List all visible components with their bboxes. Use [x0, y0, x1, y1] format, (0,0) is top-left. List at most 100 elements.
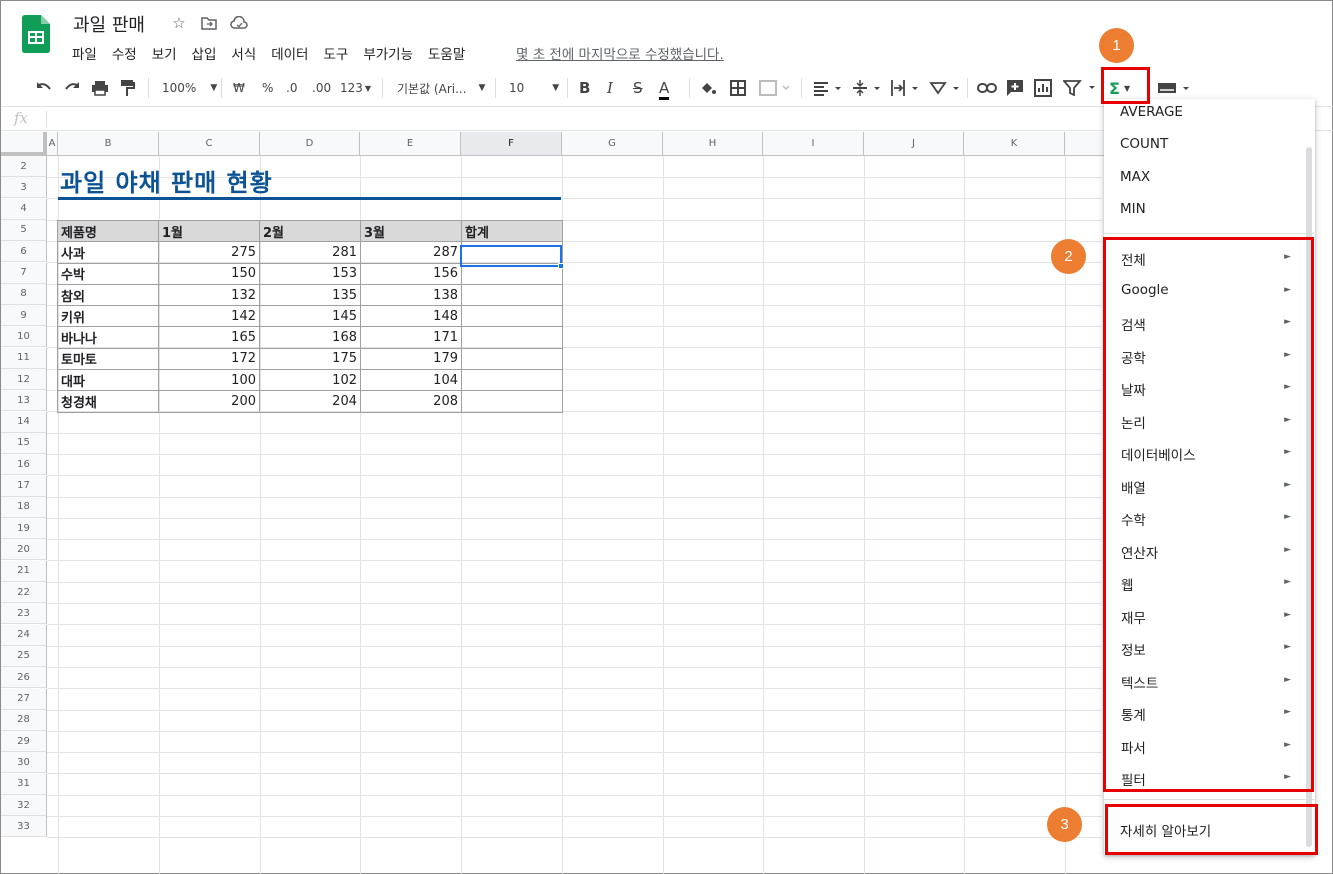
bold-button[interactable]: B — [579, 78, 590, 98]
value-cell[interactable]: 102 — [259, 369, 361, 392]
filter-icon[interactable] — [1063, 78, 1099, 98]
row-header[interactable]: 8 — [1, 283, 47, 305]
column-header-g[interactable]: G — [562, 132, 663, 156]
product-cell[interactable]: 청경채 — [57, 390, 159, 413]
zoom-select[interactable]: 100% ▼ — [162, 78, 217, 98]
row-header[interactable]: 2 — [1, 156, 47, 177]
menu-view[interactable]: 보기 — [152, 43, 177, 63]
decrease-decimal-button[interactable]: .0 — [286, 78, 297, 98]
value-cell[interactable]: 135 — [259, 283, 361, 307]
value-cell[interactable]: 104 — [360, 369, 462, 392]
sheets-logo-icon[interactable] — [22, 15, 50, 53]
fill-color-icon[interactable] — [699, 78, 717, 98]
insert-chart-icon[interactable] — [1034, 78, 1052, 98]
row-header[interactable]: 6 — [1, 241, 47, 263]
value-cell[interactable]: 153 — [259, 262, 361, 285]
product-cell[interactable]: 토마토 — [57, 347, 159, 371]
row-header[interactable]: 21 — [1, 560, 47, 582]
row-header[interactable]: 16 — [1, 454, 47, 476]
row-header[interactable]: 31 — [1, 773, 47, 795]
value-cell[interactable]: 132 — [158, 283, 260, 307]
column-header-c[interactable]: C — [159, 132, 260, 156]
column-header-i[interactable]: I — [763, 132, 864, 156]
row-header[interactable]: 20 — [1, 539, 47, 561]
row-header[interactable]: 30 — [1, 752, 47, 774]
row-header[interactable]: 23 — [1, 603, 47, 625]
value-cell[interactable]: 142 — [158, 305, 260, 328]
row-header[interactable]: 18 — [1, 496, 47, 518]
select-all-corner[interactable] — [1, 132, 47, 156]
row-header[interactable]: 32 — [1, 795, 47, 816]
row-header[interactable]: 26 — [1, 667, 47, 689]
product-cell[interactable]: 참외 — [57, 283, 159, 307]
last-edit-link[interactable]: 몇 초 전에 마지막으로 수정했습니다. — [516, 43, 724, 63]
increase-decimal-button[interactable]: .00 — [312, 78, 331, 98]
value-cell[interactable]: 172 — [158, 347, 260, 371]
total-cell[interactable] — [461, 283, 563, 307]
menu-format[interactable]: 서식 — [231, 43, 256, 63]
column-header-b[interactable]: B — [58, 132, 159, 156]
value-cell[interactable]: 175 — [259, 347, 361, 371]
column-header-f[interactable]: F — [461, 132, 562, 156]
fill-handle[interactable] — [558, 263, 564, 269]
more-formats-select[interactable]: 123 ▼ — [340, 78, 371, 98]
selected-cell-f5[interactable] — [460, 245, 562, 267]
row-header[interactable]: 27 — [1, 688, 47, 710]
menu-addons[interactable]: 부가기능 — [363, 43, 413, 63]
sheet-title-cell[interactable]: 과일 야채 판매 현황 — [60, 163, 273, 198]
menu-item-average[interactable]: AVERAGE — [1120, 104, 1183, 120]
font-size-select[interactable]: 10 ▼ — [509, 78, 559, 98]
row-header[interactable]: 9 — [1, 305, 47, 327]
print-icon[interactable] — [91, 78, 109, 98]
text-rotation-icon[interactable] — [929, 78, 961, 98]
column-header-l[interactable] — [1065, 132, 1105, 156]
value-cell[interactable]: 204 — [259, 390, 361, 413]
value-cell[interactable]: 145 — [259, 305, 361, 328]
column-header-a[interactable]: A — [47, 132, 58, 156]
value-cell[interactable]: 138 — [360, 283, 462, 307]
input-tools-icon[interactable] — [1157, 78, 1193, 98]
insert-link-icon[interactable] — [977, 78, 997, 98]
menu-item-count[interactable]: COUNT — [1120, 136, 1168, 152]
row-header[interactable]: 25 — [1, 645, 47, 667]
row-header[interactable]: 29 — [1, 731, 47, 753]
borders-icon[interactable] — [730, 78, 746, 98]
header-total[interactable]: 합계 — [461, 219, 563, 243]
italic-button[interactable]: I — [607, 78, 613, 98]
row-header[interactable]: 19 — [1, 518, 47, 540]
total-cell[interactable] — [461, 347, 563, 371]
row-header[interactable]: 14 — [1, 411, 47, 433]
total-cell[interactable] — [461, 305, 563, 328]
row-header[interactable]: 13 — [1, 390, 47, 412]
value-cell[interactable]: 208 — [360, 390, 462, 413]
menu-file[interactable]: 파일 — [72, 43, 97, 63]
menu-item-min[interactable]: MIN — [1120, 201, 1146, 217]
value-cell[interactable]: 179 — [360, 347, 462, 371]
menu-help[interactable]: 도움말 — [428, 43, 465, 63]
value-cell[interactable]: 165 — [158, 326, 260, 349]
value-cell[interactable]: 148 — [360, 305, 462, 328]
row-header[interactable]: 17 — [1, 475, 47, 497]
column-header-h[interactable]: H — [663, 132, 763, 156]
column-header-e[interactable]: E — [360, 132, 461, 156]
column-header-d[interactable]: D — [260, 132, 360, 156]
header-jan[interactable]: 1월 — [158, 219, 260, 243]
value-cell[interactable]: 100 — [158, 369, 260, 392]
menu-data[interactable]: 데이터 — [271, 43, 308, 63]
product-cell[interactable]: 키위 — [57, 305, 159, 328]
star-icon[interactable]: ☆ — [169, 13, 189, 33]
menu-tools[interactable]: 도구 — [323, 43, 348, 63]
row-header[interactable]: 3 — [1, 177, 47, 199]
product-cell[interactable]: 바나나 — [57, 326, 159, 349]
row-header[interactable]: 24 — [1, 624, 47, 646]
paint-format-icon[interactable] — [119, 78, 135, 98]
value-cell[interactable]: 275 — [158, 241, 260, 264]
text-wrap-icon[interactable] — [890, 78, 920, 98]
merge-cells-icon[interactable] — [759, 78, 789, 98]
value-cell[interactable]: 150 — [158, 262, 260, 285]
text-color-button[interactable]: A — [659, 78, 670, 100]
redo-icon[interactable] — [63, 78, 81, 98]
row-header[interactable]: 33 — [1, 816, 47, 838]
header-feb[interactable]: 2월 — [259, 219, 361, 243]
row-header[interactable]: 10 — [1, 326, 47, 348]
